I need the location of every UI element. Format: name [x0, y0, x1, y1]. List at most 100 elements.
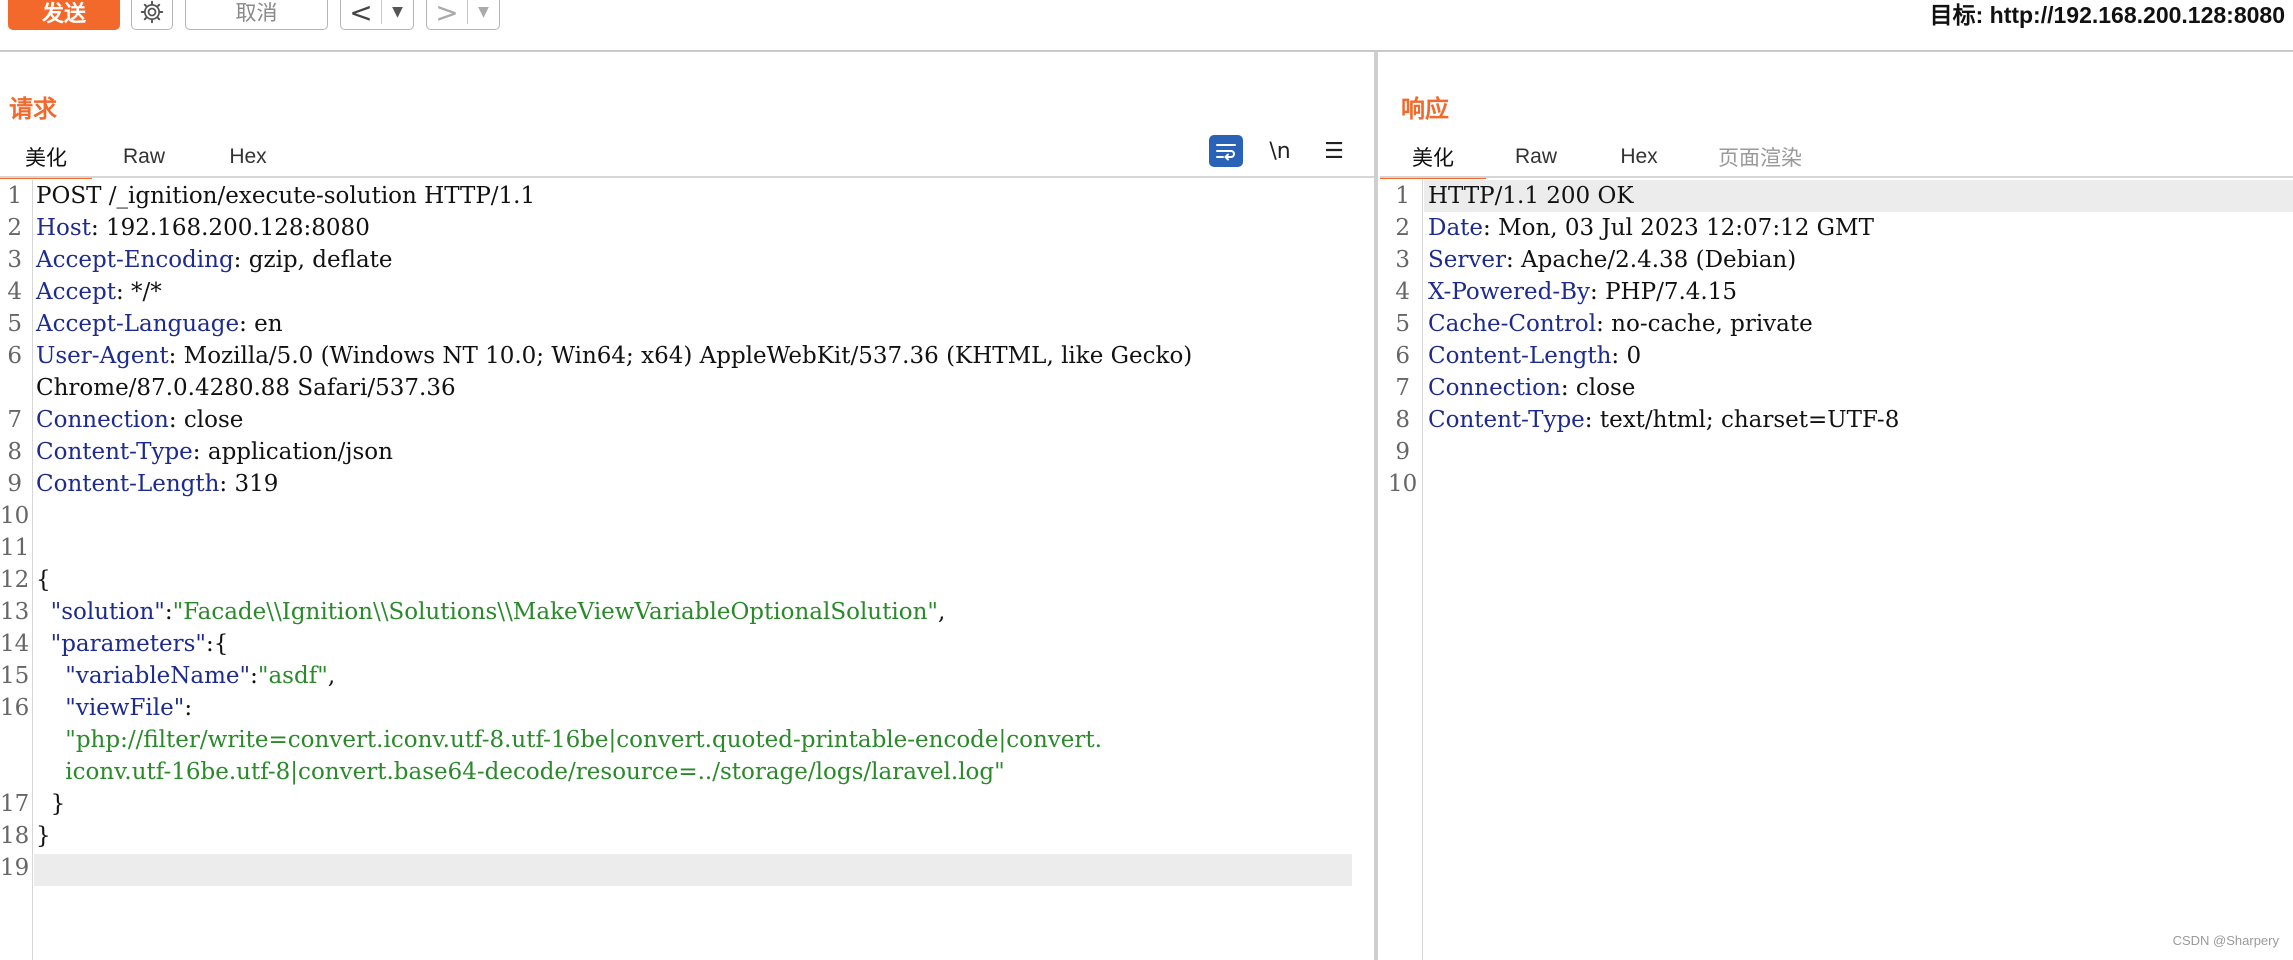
back-dropdown-icon[interactable]: ▼	[382, 4, 413, 20]
line-number: 11	[0, 535, 30, 561]
line-number: 12	[0, 567, 30, 593]
request-editor[interactable]: 1 POST /_ignition/execute-solution HTTP/1…	[0, 180, 1352, 960]
line-number: 1	[1395, 183, 1410, 209]
syntax-key: "viewFile"	[65, 695, 185, 721]
syntax-string: iconv.utf-16be.utf-8|convert.base64-deco…	[65, 759, 1005, 785]
code-text: }	[36, 788, 66, 820]
tab-response-hex[interactable]: Hex	[1599, 138, 1679, 176]
syntax-text: }	[36, 823, 51, 849]
code-text: HTTP/1.1 200 OK	[1428, 180, 1634, 212]
back-button[interactable]: <	[341, 0, 381, 29]
syntax-key: Accept	[36, 279, 116, 305]
syntax-string: "asdf"	[257, 663, 328, 689]
syntax-text: HTTP/1.1 200 OK	[1428, 183, 1634, 209]
syntax-text: : 0	[1611, 343, 1642, 369]
code-text: "solution":"Facade\\Ignition\\Solutions\…	[36, 596, 946, 628]
tab-response-render[interactable]: 页面渲染	[1705, 138, 1815, 176]
syntax-key: Cache-Control	[1428, 311, 1597, 337]
line-number: 7	[7, 407, 22, 433]
tab-request-pretty[interactable]: 美化	[0, 138, 92, 179]
code-text: Cache-Control: no-cache, private	[1428, 308, 1813, 340]
cancel-button[interactable]: 取消	[185, 0, 328, 30]
syntax-key: Connection	[36, 407, 169, 433]
code-text: "parameters":{	[36, 628, 229, 660]
syntax-text: }	[36, 791, 66, 817]
code-text: X-Powered-By: PHP/7.4.15	[1428, 276, 1737, 308]
syntax-text: POST /_ignition/execute-solution HTTP/1.…	[36, 183, 536, 209]
code-text: User-Agent: Mozilla/5.0 (Windows NT 10.0…	[36, 340, 1192, 372]
syntax-key: Accept-Language	[36, 311, 240, 337]
target-url[interactable]: 目标: http://192.168.200.128:8080	[1930, 0, 2285, 30]
syntax-text: : close	[168, 407, 244, 433]
syntax-text	[36, 727, 65, 753]
response-tabs-divider	[1380, 176, 2293, 178]
line-number: 10	[0, 503, 30, 529]
current-line-highlight	[34, 854, 1352, 886]
code-text: Content-Type: text/html; charset=UTF-8	[1428, 404, 1899, 436]
code-text: Content-Length: 319	[36, 468, 278, 500]
forward-button[interactable]: >	[427, 0, 467, 29]
code-text: Date: Mon, 03 Jul 2023 12:07:12 GMT	[1428, 212, 1874, 244]
request-gutter-divider	[32, 180, 33, 960]
line-number: 5	[1395, 311, 1410, 337]
syntax-key: Content-Type	[1428, 407, 1585, 433]
wrap-lines-button[interactable]	[1209, 135, 1243, 167]
syntax-text: : gzip, deflate	[233, 247, 393, 273]
line-number: 16	[0, 695, 30, 721]
line-number: 10	[1388, 471, 1418, 497]
tab-request-raw[interactable]: Raw	[104, 138, 184, 176]
response-title: 响应	[1401, 95, 1449, 123]
pane-splitter[interactable]	[1374, 52, 1378, 960]
back-nav-group: < ▼	[340, 0, 414, 30]
line-number: 9	[7, 471, 22, 497]
syntax-key: Content-Type	[36, 439, 193, 465]
syntax-key: "variableName"	[65, 663, 251, 689]
line-number: 6	[7, 343, 22, 369]
syntax-text	[36, 631, 51, 657]
show-newlines-button[interactable]: \n	[1263, 135, 1297, 167]
code-text: Connection: close	[36, 404, 243, 436]
code-text: Accept: */*	[36, 276, 162, 308]
code-text: Accept-Language: en	[36, 308, 283, 340]
line-number: 18	[0, 823, 30, 849]
code-text: Host: 192.168.200.128:8080	[36, 212, 370, 244]
line-number: 9	[1395, 439, 1410, 465]
request-tabs-divider	[0, 176, 1374, 178]
code-text: }	[36, 820, 51, 852]
syntax-key: Content-Length	[1428, 343, 1612, 369]
code-text: "php://filter/write=convert.iconv.utf-8.…	[36, 724, 1102, 756]
syntax-text: ,	[937, 599, 946, 625]
line-number: 2	[1395, 215, 1410, 241]
forward-dropdown-icon[interactable]: ▼	[468, 4, 499, 20]
syntax-text: : Mon, 03 Jul 2023 12:07:12 GMT	[1483, 215, 1874, 241]
tab-response-pretty[interactable]: 美化	[1380, 138, 1486, 179]
response-editor[interactable]: 1 HTTP/1.1 200 OK 2 Date: Mon, 03 Jul 2023 …	[1380, 180, 2293, 960]
code-text: Content-Length: 0	[1428, 340, 1641, 372]
gear-icon	[140, 0, 164, 24]
line-number: 7	[1395, 375, 1410, 401]
send-button[interactable]: 发送	[8, 0, 120, 30]
tab-request-hex[interactable]: Hex	[208, 138, 288, 176]
tab-response-raw[interactable]: Raw	[1496, 138, 1576, 176]
syntax-key: X-Powered-By	[1428, 279, 1591, 305]
syntax-key: Connection	[1428, 375, 1561, 401]
line-number: 17	[0, 791, 30, 817]
syntax-string: "Facade\\Ignition\\Solutions\\MakeViewVa…	[172, 599, 938, 625]
line-number: 1	[7, 183, 22, 209]
settings-button[interactable]	[131, 0, 173, 30]
line-number	[0, 724, 22, 756]
syntax-text: : Apache/2.4.38 (Debian)	[1505, 247, 1797, 273]
line-number: 8	[7, 439, 22, 465]
syntax-key: User-Agent	[36, 343, 169, 369]
wrap-icon	[1216, 144, 1236, 161]
syntax-text: Chrome/87.0.4280.88 Safari/537.36	[36, 375, 456, 401]
code-text: Accept-Encoding: gzip, deflate	[36, 244, 393, 276]
syntax-string: "php://filter/write=convert.iconv.utf-8.…	[65, 727, 1102, 753]
menu-icon[interactable]: ☰	[1317, 135, 1351, 167]
syntax-text: : 319	[219, 471, 279, 497]
forward-nav-group: > ▼	[426, 0, 500, 30]
code-text: {	[36, 564, 51, 596]
code-text: Server: Apache/2.4.38 (Debian)	[1428, 244, 1796, 276]
syntax-text	[36, 663, 65, 689]
syntax-text: : text/html; charset=UTF-8	[1584, 407, 1900, 433]
